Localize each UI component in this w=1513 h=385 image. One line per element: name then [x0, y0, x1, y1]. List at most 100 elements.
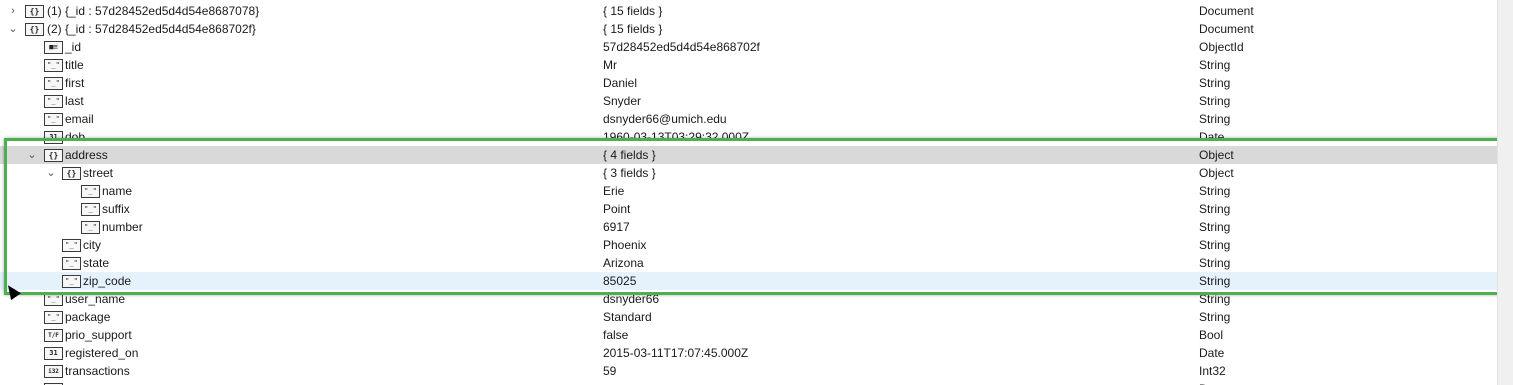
collapse-chevron-icon[interactable]: ⌄ [45, 164, 57, 182]
field-value: { 4 fields } [603, 148, 656, 162]
field-value: dsnyder66@umich.edu [603, 112, 727, 126]
tree-row-street[interactable]: ⌄ street { 3 fields } Object [0, 164, 1498, 182]
string-icon [81, 185, 100, 198]
field-type: String [1199, 202, 1231, 216]
field-type: String [1199, 184, 1231, 198]
tree-row-street-name[interactable]: name Erie String [0, 182, 1498, 200]
tree-row-dob[interactable]: dob 1960-03-13T03:29:32.000Z Date [0, 128, 1498, 146]
object-icon [62, 167, 81, 180]
tree-row-last[interactable]: last Snyder String [0, 92, 1498, 110]
field-value: 85025 [603, 274, 637, 288]
object-icon [25, 23, 44, 36]
field-key: transactions [65, 364, 130, 378]
field-type: String [1199, 58, 1231, 72]
date-icon [44, 131, 63, 144]
field-key: zip_code [83, 274, 132, 288]
vertical-scrollbar[interactable] [1497, 0, 1513, 385]
tree-row-title[interactable]: title Mr String [0, 56, 1498, 74]
tree-row-street-number[interactable]: number 6917 String [0, 218, 1498, 236]
object-icon [25, 5, 44, 18]
field-key: title [65, 58, 84, 72]
bool-icon [44, 329, 63, 342]
tree-row-document-1[interactable]: › (1) {_id : 57d28452ed5d4d54e8687078} {… [0, 2, 1498, 20]
field-key: first [65, 76, 85, 90]
tree-row-street-suffix[interactable]: suffix Point String [0, 200, 1498, 218]
field-key: (2) {_id : 57d28452ed5d4d54e868702f} [47, 22, 256, 36]
field-type: String [1199, 238, 1231, 252]
tree-row-address[interactable]: ⌄ address { 4 fields } Object [0, 146, 1498, 164]
field-key: suffix [102, 202, 130, 216]
field-type: String [1199, 112, 1231, 126]
field-value: Mr [603, 58, 617, 72]
field-value: Snyder [603, 94, 642, 108]
tree-row-partial[interactable]: Date [0, 380, 1498, 385]
field-type: String [1199, 94, 1231, 108]
string-icon [62, 257, 81, 270]
field-value: 57d28452ed5d4d54e868702f [603, 40, 760, 54]
field-type: Document [1199, 4, 1254, 18]
field-key: city [83, 238, 101, 252]
field-key: user_name [65, 292, 126, 306]
date-icon [44, 347, 63, 360]
tree-row-user-name[interactable]: user_name dsnyder66 String [0, 290, 1498, 308]
field-value: Phoenix [603, 238, 647, 252]
tree-row-registered-on[interactable]: registered_on 2015-03-11T17:07:45.000Z D… [0, 344, 1498, 362]
field-type: String [1199, 292, 1231, 306]
field-value: 2015-03-11T17:07:45.000Z [603, 346, 749, 360]
field-type: Date [1199, 380, 1224, 385]
tree-row-document-2[interactable]: ⌄ (2) {_id : 57d28452ed5d4d54e868702f} {… [0, 20, 1498, 38]
field-value: Standard [603, 310, 652, 324]
object-icon [44, 149, 63, 162]
tree-row-id[interactable]: _id 57d28452ed5d4d54e868702f ObjectId [0, 38, 1498, 56]
tree-row-city[interactable]: city Phoenix String [0, 236, 1498, 254]
collapse-chevron-icon[interactable]: ⌄ [26, 146, 38, 164]
field-type: Date [1199, 346, 1225, 360]
tree-row-first[interactable]: first Daniel String [0, 74, 1498, 92]
field-value: Erie [603, 184, 625, 198]
field-type: Int32 [1199, 364, 1226, 378]
field-value: { 15 fields } [603, 22, 663, 36]
tree-row-package[interactable]: package Standard String [0, 308, 1498, 326]
tree-row-email[interactable]: email dsnyder66@umich.edu String [0, 110, 1498, 128]
field-value: Daniel [603, 76, 638, 90]
tree-row-transactions[interactable]: transactions 59 Int32 [0, 362, 1498, 380]
field-type: Object [1199, 148, 1234, 162]
expand-chevron-icon[interactable]: › [7, 2, 19, 20]
field-key: package [65, 310, 111, 324]
field-key: email [65, 112, 94, 126]
field-type: ObjectId [1199, 40, 1244, 54]
string-icon [44, 113, 63, 126]
field-value: Point [603, 202, 631, 216]
string-icon [62, 275, 81, 288]
field-key: _id [65, 40, 82, 54]
string-icon [44, 77, 63, 90]
field-key: street [83, 166, 114, 180]
collapse-chevron-icon[interactable]: ⌄ [7, 20, 19, 38]
string-icon [44, 95, 63, 108]
field-key: name [102, 184, 133, 198]
field-type: String [1199, 274, 1231, 288]
string-icon [44, 59, 63, 72]
field-value: dsnyder66 [603, 292, 660, 306]
string-icon [44, 311, 63, 324]
field-type: String [1199, 76, 1231, 90]
field-key: number [102, 220, 143, 234]
field-value: 6917 [603, 220, 630, 234]
field-type: Bool [1199, 328, 1224, 342]
string-icon [62, 239, 81, 252]
field-key: last [65, 94, 84, 108]
tree-row-prio-support[interactable]: prio_support false Bool [0, 326, 1498, 344]
field-key: dob [65, 130, 86, 144]
field-type: String [1199, 310, 1231, 324]
document-tree-view[interactable]: › (1) {_id : 57d28452ed5d4d54e8687078} {… [0, 0, 1498, 385]
field-key: registered_on [65, 346, 139, 360]
tree-row-zip-code[interactable]: zip_code 85025 String [0, 272, 1498, 290]
field-value: { 3 fields } [603, 166, 656, 180]
field-key: state [83, 256, 110, 270]
objectid-icon [44, 41, 63, 54]
field-type: Object [1199, 166, 1234, 180]
field-key: address [65, 148, 108, 162]
field-type: String [1199, 256, 1231, 270]
tree-row-state[interactable]: state Arizona String [0, 254, 1498, 272]
int32-icon [44, 365, 63, 378]
